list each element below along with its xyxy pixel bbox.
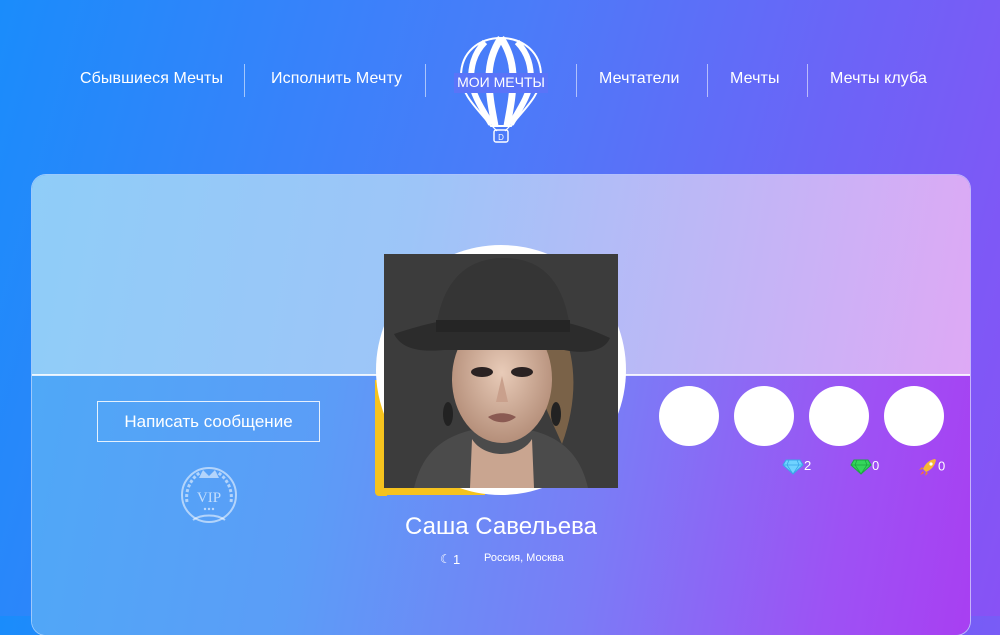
nav-divider xyxy=(425,64,426,97)
profile-count: 1 xyxy=(453,552,461,567)
profile-location: Россия, Москва xyxy=(484,552,564,564)
nav-link-dreams[interactable]: Мечты xyxy=(730,70,780,88)
stat-rockets: 0 xyxy=(918,458,945,476)
profile-name: Саша Савельева xyxy=(405,513,597,540)
nav-divider xyxy=(707,64,708,97)
stat-value: 0 xyxy=(938,458,946,474)
stat-green-diamonds: 0 xyxy=(850,458,879,475)
rocket-icon xyxy=(919,459,936,476)
logo[interactable]: D МОИ МЕЧТЫ xyxy=(451,36,551,146)
stat-value: 2 xyxy=(804,458,812,473)
profile-action-button[interactable] xyxy=(734,386,794,446)
avatar[interactable] xyxy=(384,254,618,488)
nav-divider xyxy=(807,64,808,97)
hot-air-balloon-icon: D xyxy=(454,36,548,143)
nav-link-club-dreams[interactable]: Мечты клуба xyxy=(830,70,927,88)
stat-value: 0 xyxy=(872,458,880,473)
moon-icon: ☾ xyxy=(440,552,451,566)
profile-action-button[interactable] xyxy=(884,386,944,446)
nav-divider xyxy=(576,64,577,97)
green-diamond-icon xyxy=(850,459,872,475)
stat-blue-diamonds: 2 xyxy=(782,458,811,475)
avatar-portrait xyxy=(384,254,618,488)
nav-link-dreamers[interactable]: Мечтатели xyxy=(599,70,680,88)
profile-action-button[interactable] xyxy=(809,386,869,446)
profile-card: Написать сообщение VIP Саша Савельева ☾ … xyxy=(32,175,970,635)
svg-text:D: D xyxy=(498,133,504,142)
vip-badge-text: VIP xyxy=(197,490,221,506)
nav-link-fulfilled-dreams[interactable]: Сбывшиеся Мечты xyxy=(80,70,223,88)
top-navigation: Сбывшиеся Мечты Исполнить Мечту D МОИ МЕ… xyxy=(0,0,1000,170)
profile-action-button[interactable] xyxy=(659,386,719,446)
blue-diamond-icon xyxy=(782,459,804,475)
nav-divider xyxy=(244,64,245,97)
nav-link-fulfill-dream[interactable]: Исполнить Мечту xyxy=(271,70,402,88)
logo-text: МОИ МЕЧТЫ xyxy=(457,74,545,90)
send-message-button[interactable]: Написать сообщение xyxy=(97,401,320,442)
